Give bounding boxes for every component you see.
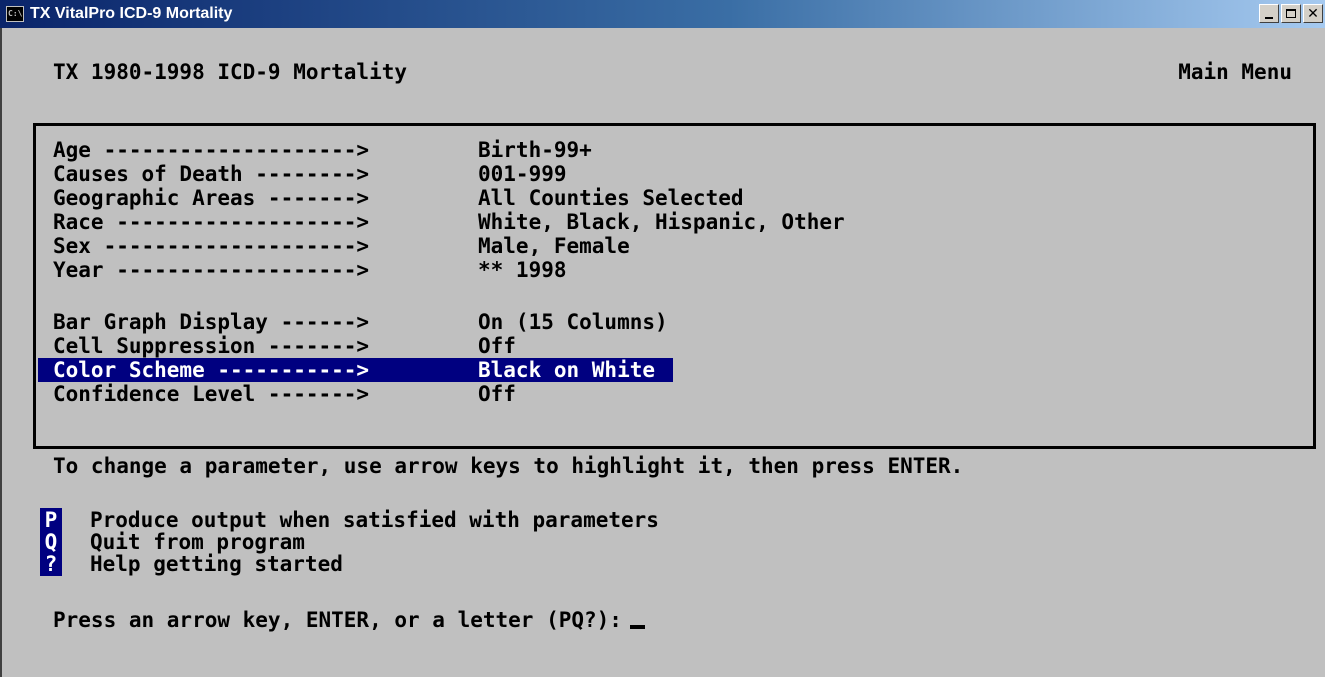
parameter-label: Age --------------------> [53, 138, 382, 162]
parameter-label: Sex --------------------> [53, 234, 382, 258]
parameter-label: Year -------------------> [53, 258, 382, 282]
prompt-text: Press an arrow key, ENTER, or a letter (… [53, 608, 622, 632]
option-q[interactable]: Q Quit from program [40, 530, 305, 554]
parameter-value: 001-999 [478, 162, 567, 186]
parameter-row[interactable]: Sex --------------------> Male, Female [53, 234, 630, 258]
minimize-icon [1265, 16, 1273, 19]
parameter-value: Birth-99+ [478, 138, 592, 162]
menu-name: Main Menu [1178, 60, 1292, 84]
option-help[interactable]: ? Help getting started [40, 552, 343, 576]
parameter-row[interactable]: Age --------------------> Birth-99+ [53, 138, 592, 162]
console-icon[interactable]: C:\ [6, 6, 24, 22]
option-description: Produce output when satisfied with param… [90, 508, 659, 532]
text-cursor [629, 625, 645, 629]
setting-value: Black on White [478, 358, 656, 382]
parameter-row[interactable]: Race -------------------> White, Black, … [53, 210, 845, 234]
window-controls: ✕ [1259, 4, 1323, 23]
option-p[interactable]: P Produce output when satisfied with para… [40, 508, 659, 532]
maximize-button[interactable] [1281, 4, 1301, 23]
setting-row[interactable]: Color Scheme -----------> Black on White [38, 358, 674, 382]
title-bar[interactable]: C:\ TX VitalPro ICD-9 Mortality ✕ [0, 0, 1325, 28]
parameter-value: White, Black, Hispanic, Other [478, 210, 845, 234]
setting-value: Off [478, 334, 516, 358]
option-key[interactable]: Q [40, 530, 62, 554]
instruction-text: To change a parameter, use arrow keys to… [53, 454, 964, 478]
setting-label: Confidence Level -------> [53, 382, 382, 406]
setting-value: Off [478, 382, 516, 406]
window-title: TX VitalPro ICD-9 Mortality [30, 5, 233, 22]
setting-label: Color Scheme -----------> [53, 358, 382, 382]
option-key[interactable]: ? [40, 552, 62, 576]
console-window: C:\ TX VitalPro ICD-9 Mortality ✕ TX 198… [0, 0, 1325, 677]
option-description: Help getting started [90, 552, 343, 576]
console-area[interactable]: TX 1980-1998 ICD-9 Mortality Main Menu A… [0, 28, 1325, 677]
maximize-icon [1286, 9, 1296, 18]
setting-value: On (15 Columns) [478, 310, 668, 334]
close-button[interactable]: ✕ [1303, 4, 1323, 23]
parameter-row[interactable]: Year -------------------> ** 1998 [53, 258, 567, 282]
parameter-label: Geographic Areas -------> [53, 186, 382, 210]
setting-label: Cell Suppression -------> [53, 334, 382, 358]
option-description: Quit from program [90, 530, 305, 554]
parameter-row[interactable]: Geographic Areas -------> All Counties S… [53, 186, 744, 210]
parameter-label: Race -------------------> [53, 210, 382, 234]
parameter-value: All Counties Selected [478, 186, 744, 210]
close-icon: ✕ [1307, 5, 1319, 22]
setting-row[interactable]: Bar Graph Display ------> On (15 Columns… [53, 310, 668, 334]
option-key[interactable]: P [40, 508, 62, 532]
setting-row[interactable]: Cell Suppression -------> Off [53, 334, 516, 358]
setting-row[interactable]: Confidence Level -------> Off [53, 382, 516, 406]
parameter-value: Male, Female [478, 234, 630, 258]
parameter-label: Causes of Death --------> [53, 162, 382, 186]
program-title: TX 1980-1998 ICD-9 Mortality [53, 60, 408, 84]
minimize-button[interactable] [1259, 4, 1279, 23]
setting-label: Bar Graph Display ------> [53, 310, 382, 334]
parameter-row[interactable]: Causes of Death --------> 001-999 [53, 162, 567, 186]
input-prompt[interactable]: Press an arrow key, ENTER, or a letter (… [53, 608, 645, 632]
parameter-value: ** 1998 [478, 258, 567, 282]
